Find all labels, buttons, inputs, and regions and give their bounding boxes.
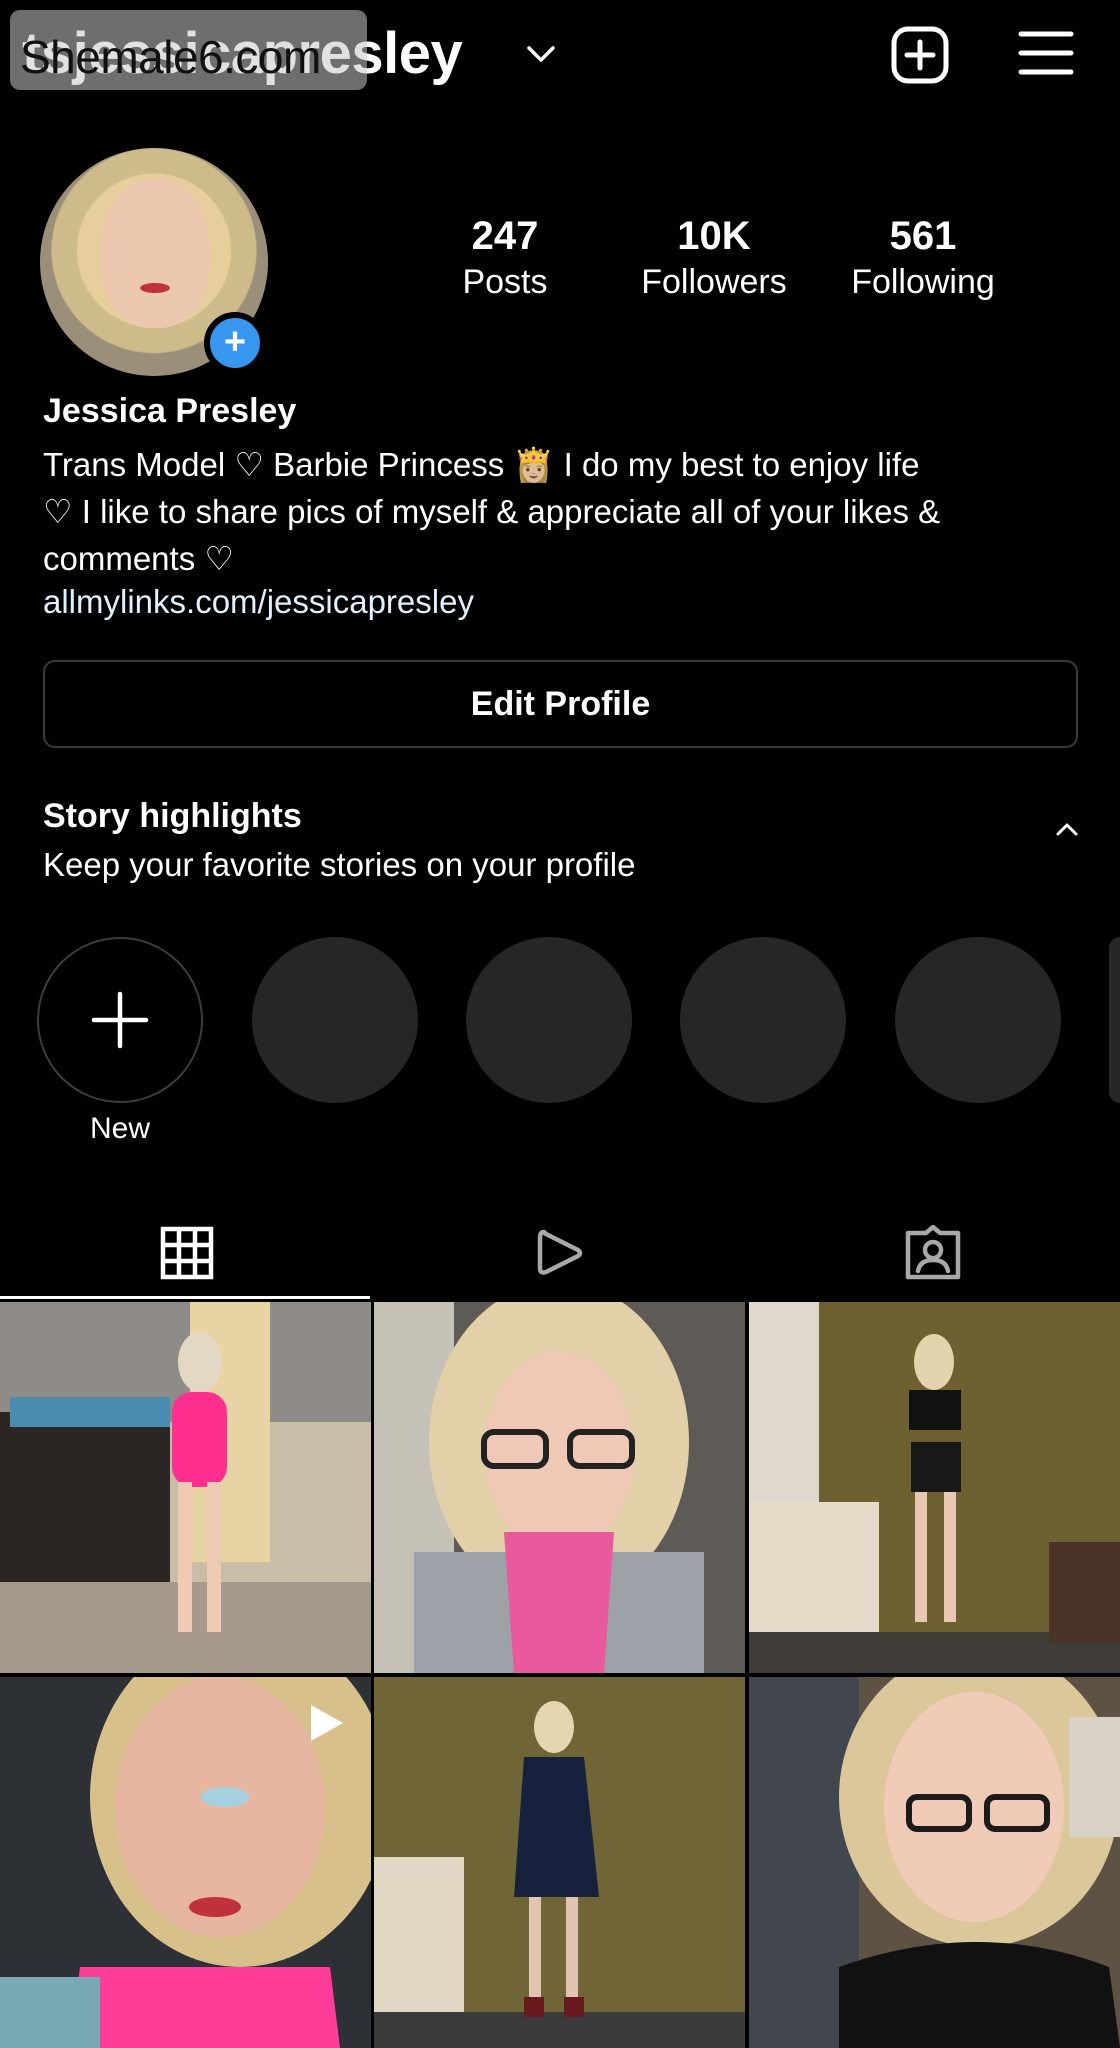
- active-tab-indicator: [0, 1296, 370, 1299]
- plus-icon: +: [223, 321, 247, 363]
- tab-reels[interactable]: [373, 1210, 746, 1296]
- post-thumbnail[interactable]: [0, 1302, 371, 1673]
- highlight-placeholder: [252, 937, 418, 1103]
- post-thumbnail[interactable]: [749, 1302, 1120, 1673]
- tab-grid[interactable]: [0, 1210, 373, 1296]
- post-thumbnail[interactable]: [0, 1677, 371, 2048]
- stat-followers[interactable]: 10K Followers: [614, 212, 814, 304]
- bio-line: ♡ I like to share pics of myself & appre…: [43, 493, 941, 530]
- menu-icon[interactable]: [1018, 28, 1074, 78]
- grid-icon: [160, 1226, 213, 1280]
- highlight-placeholder: [1109, 937, 1120, 1103]
- profile-link[interactable]: allmylinks.com/jessicapresley: [43, 583, 474, 621]
- full-name: Jessica Presley: [43, 392, 297, 430]
- bio-line: Trans Model ♡ Barbie Princess 👸🏼 I do my…: [43, 446, 920, 483]
- followers-label: Followers: [641, 263, 787, 301]
- avatar-lips: [140, 283, 170, 293]
- post-thumbnail[interactable]: [749, 1677, 1120, 2048]
- post-image: [749, 1302, 1120, 1673]
- add-story-button[interactable]: +: [204, 312, 266, 374]
- post-image: [374, 1677, 745, 2048]
- highlight-placeholder: [680, 937, 846, 1103]
- watermark-text: Shemale6.com: [20, 31, 321, 83]
- highlight-placeholder: [895, 937, 1061, 1103]
- new-highlight-label: New: [89, 1112, 150, 1145]
- tab-tagged[interactable]: [746, 1210, 1119, 1296]
- create-post-icon[interactable]: [890, 25, 950, 85]
- new-highlight-button[interactable]: [37, 937, 203, 1103]
- posts-label: Posts: [462, 263, 548, 301]
- highlight-placeholder: [466, 937, 632, 1103]
- edit-profile-button[interactable]: Edit Profile: [43, 660, 1078, 748]
- post-thumbnail[interactable]: [374, 1302, 745, 1673]
- plus-icon: [91, 991, 149, 1049]
- posts-count: 247: [471, 214, 539, 258]
- avatar-face: [100, 178, 210, 328]
- post-thumbnail[interactable]: [374, 1677, 745, 2048]
- followers-count: 10K: [677, 214, 751, 258]
- bio: Trans Model ♡ Barbie Princess 👸🏼 I do my…: [43, 441, 1093, 582]
- top-bar: tsjessicapresley Shemale6.com: [0, 0, 1120, 110]
- post-image: [374, 1302, 745, 1673]
- post-image: [749, 1677, 1120, 2048]
- highlights-title: Story highlights: [43, 797, 302, 835]
- reels-icon: [537, 1229, 582, 1275]
- chevron-down-icon[interactable]: [525, 40, 557, 68]
- following-label: Following: [851, 263, 995, 301]
- highlights-subtitle: Keep your favorite stories on your profi…: [43, 846, 636, 883]
- tagged-icon: [905, 1225, 960, 1280]
- stat-following[interactable]: 561 Following: [823, 212, 1023, 304]
- reel-play-icon: [311, 1705, 343, 1741]
- following-count: 561: [889, 214, 957, 258]
- bio-line: comments ♡: [43, 540, 234, 577]
- chevron-up-icon[interactable]: [1052, 818, 1082, 840]
- stat-posts[interactable]: 247 Posts: [405, 212, 605, 304]
- post-image: [0, 1302, 371, 1673]
